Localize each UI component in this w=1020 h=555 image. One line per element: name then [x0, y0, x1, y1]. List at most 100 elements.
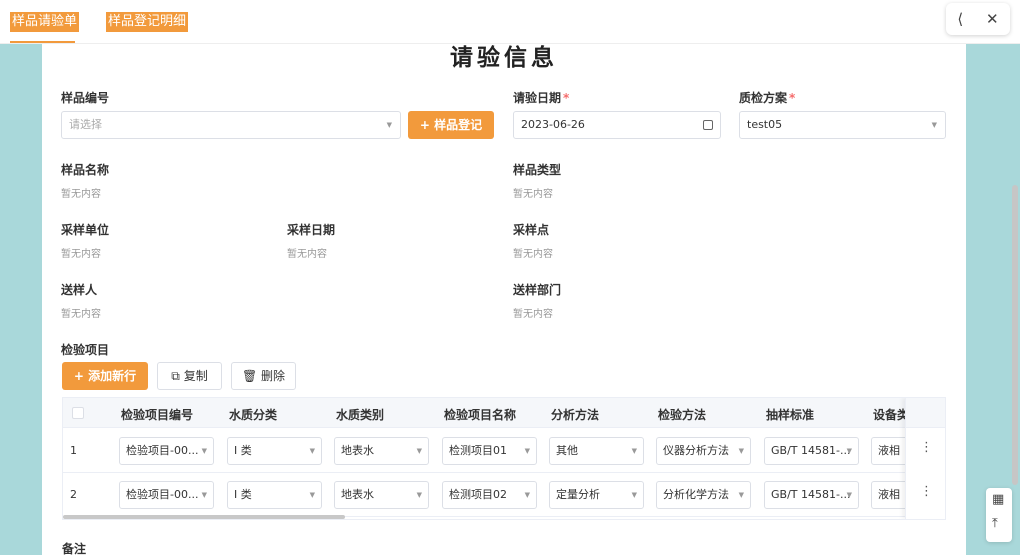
- cell-text: 检验项目-00...: [126, 488, 199, 501]
- table-row: 2 检验项目-00... ▼ I 类 ▼ 地表水 ▼ 检测项目02 ▼ 定量分析 ▼ 分析…: [63, 473, 945, 517]
- col-header-inspection-method: 检验方法: [658, 408, 707, 422]
- item-name-select[interactable]: 检测项目02 ▼: [442, 481, 537, 509]
- cell-text: 分析化学方法: [663, 488, 729, 501]
- more-actions-icon[interactable]: ⋮: [920, 440, 933, 455]
- chevron-down-icon: ▼: [386, 121, 392, 129]
- col-header-item-name: 检验项目名称: [444, 408, 517, 422]
- qc-plan-value: test05: [747, 118, 783, 131]
- copy-button[interactable]: ⧉ 复制: [157, 362, 222, 390]
- send-dept-label: 送样部门: [513, 283, 562, 297]
- inspection-method-select[interactable]: 分析化学方法 ▼: [656, 481, 751, 509]
- sampling-standard-select[interactable]: GB/T 14581-... ▼: [764, 437, 859, 465]
- tab-sample-register-detail[interactable]: 样品登记明细: [106, 12, 189, 32]
- sampling-date-value: 暂无内容: [287, 249, 327, 260]
- cell-text: 定量分析: [556, 488, 600, 501]
- back-to-top-icon[interactable]: ⤒: [992, 516, 998, 531]
- horizontal-scrollbar[interactable]: [63, 515, 345, 519]
- row-actions-column: ⋮ ⋮: [905, 398, 945, 519]
- water-category-select[interactable]: 地表水 ▼: [334, 481, 429, 509]
- sample-type-value: 暂无内容: [513, 189, 553, 200]
- request-date-value: 2023-06-26: [521, 118, 585, 131]
- cell-text: 液相: [878, 444, 900, 457]
- chevron-down-icon: ▼: [416, 491, 422, 499]
- chevron-down-icon: ▼: [201, 491, 207, 499]
- chevron-down-icon: ▼: [846, 491, 852, 499]
- sender-label: 送样人: [61, 283, 98, 297]
- delete-button-label: 删除: [261, 369, 286, 383]
- qc-plan-select[interactable]: test05 ▼: [739, 111, 946, 139]
- sample-name-label: 样品名称: [61, 163, 110, 177]
- col-header-item-no: 检验项目编号: [121, 408, 194, 422]
- cell-text: GB/T 14581-...: [771, 444, 851, 457]
- more-actions-icon[interactable]: ⋮: [920, 484, 933, 499]
- trash-icon: 🗑: [241, 369, 262, 383]
- tab-sample-request[interactable]: 样品请验单: [10, 12, 80, 32]
- request-form-sheet: 请验信息 样品编号 请选择 ▼ + 样品登记 请验日期 * 2023-06-26 …: [42, 44, 966, 555]
- table-header: 检验项目编号 水质分类 水质类别 检验项目名称 分析方法 检验方法 抽样标准 设…: [63, 398, 945, 428]
- chevron-down-icon: ▼: [631, 447, 637, 455]
- water-class-select[interactable]: I 类 ▼: [227, 481, 322, 509]
- cell-text: GB/T 14581-...: [771, 488, 851, 501]
- copy-button-label: 复制: [183, 369, 208, 383]
- chevron-down-icon: ▼: [416, 447, 422, 455]
- qr-code-icon[interactable]: ▦: [992, 492, 1004, 507]
- active-tab-indicator: [10, 41, 75, 43]
- select-all-checkbox[interactable]: [72, 407, 84, 419]
- cell-text: I 类: [234, 444, 252, 457]
- vertical-scrollbar[interactable]: [1012, 185, 1018, 485]
- col-header-equipment-type: 设备类: [873, 408, 910, 422]
- chevron-down-icon: ▼: [738, 491, 744, 499]
- row-index: 2: [70, 488, 77, 501]
- copy-icon: ⧉: [171, 369, 184, 383]
- cell-text: 地表水: [341, 444, 374, 457]
- sampling-date-label: 采样日期: [287, 223, 336, 237]
- water-category-select[interactable]: 地表水 ▼: [334, 437, 429, 465]
- cell-text: 液相: [878, 488, 900, 501]
- request-date-picker[interactable]: 2023-06-26: [513, 111, 721, 139]
- cell-text: 地表水: [341, 488, 374, 501]
- sampling-standard-select[interactable]: GB/T 14581-... ▼: [764, 481, 859, 509]
- close-icon[interactable]: ✕: [986, 10, 999, 28]
- sample-register-button[interactable]: + 样品登记: [408, 111, 494, 139]
- request-date-label: 请验日期 *: [513, 89, 569, 106]
- col-header-analysis-method: 分析方法: [551, 408, 600, 422]
- top-bar: 样品请验单 样品登记明细 ⟨ ✕: [0, 0, 1020, 44]
- sampling-point-value: 暂无内容: [513, 249, 553, 260]
- chevron-down-icon: ▼: [524, 447, 530, 455]
- sampling-unit-value: 暂无内容: [61, 249, 101, 260]
- item-name-select[interactable]: 检测项目01 ▼: [442, 437, 537, 465]
- sample-type-label: 样品类型: [513, 163, 562, 177]
- sample-no-label: 样品编号: [61, 91, 110, 105]
- qc-plan-label: 质检方案 *: [739, 89, 795, 106]
- calendar-icon: [703, 120, 713, 130]
- delete-button[interactable]: 🗑 删除: [231, 362, 296, 390]
- request-date-label-text: 请验日期: [513, 91, 562, 105]
- item-no-select[interactable]: 检验项目-00... ▼: [119, 481, 214, 509]
- required-mark: *: [563, 91, 570, 105]
- row-index: 1: [70, 444, 77, 457]
- col-header-sampling-standard: 抽样标准: [766, 408, 815, 422]
- sample-name-value: 暂无内容: [61, 189, 101, 200]
- page-title: 请验信息: [450, 45, 558, 71]
- sample-no-select[interactable]: 请选择 ▼: [61, 111, 401, 139]
- add-row-button[interactable]: + 添加新行: [62, 362, 148, 390]
- share-icon[interactable]: ⟨: [957, 10, 963, 28]
- floating-tools: ▦ ⤒: [986, 488, 1012, 542]
- chevron-down-icon: ▼: [309, 447, 315, 455]
- sampling-point-label: 采样点: [513, 223, 550, 237]
- inspection-method-select[interactable]: 仪器分析方法 ▼: [656, 437, 751, 465]
- chevron-down-icon: ▼: [931, 121, 937, 129]
- item-no-select[interactable]: 检验项目-00... ▼: [119, 437, 214, 465]
- remark-label: 备注: [62, 542, 87, 555]
- cell-text: I 类: [234, 488, 252, 501]
- sender-value: 暂无内容: [61, 309, 101, 320]
- sampling-unit-label: 采样单位: [61, 223, 110, 237]
- window-actions: ⟨ ✕: [946, 3, 1010, 35]
- analysis-method-select[interactable]: 其他 ▼: [549, 437, 644, 465]
- chevron-down-icon: ▼: [846, 447, 852, 455]
- cell-text: 检测项目01: [449, 444, 507, 457]
- inspection-items-label: 检验项目: [61, 343, 110, 357]
- analysis-method-select[interactable]: 定量分析 ▼: [549, 481, 644, 509]
- row-actions-header: [906, 398, 945, 428]
- water-class-select[interactable]: I 类 ▼: [227, 437, 322, 465]
